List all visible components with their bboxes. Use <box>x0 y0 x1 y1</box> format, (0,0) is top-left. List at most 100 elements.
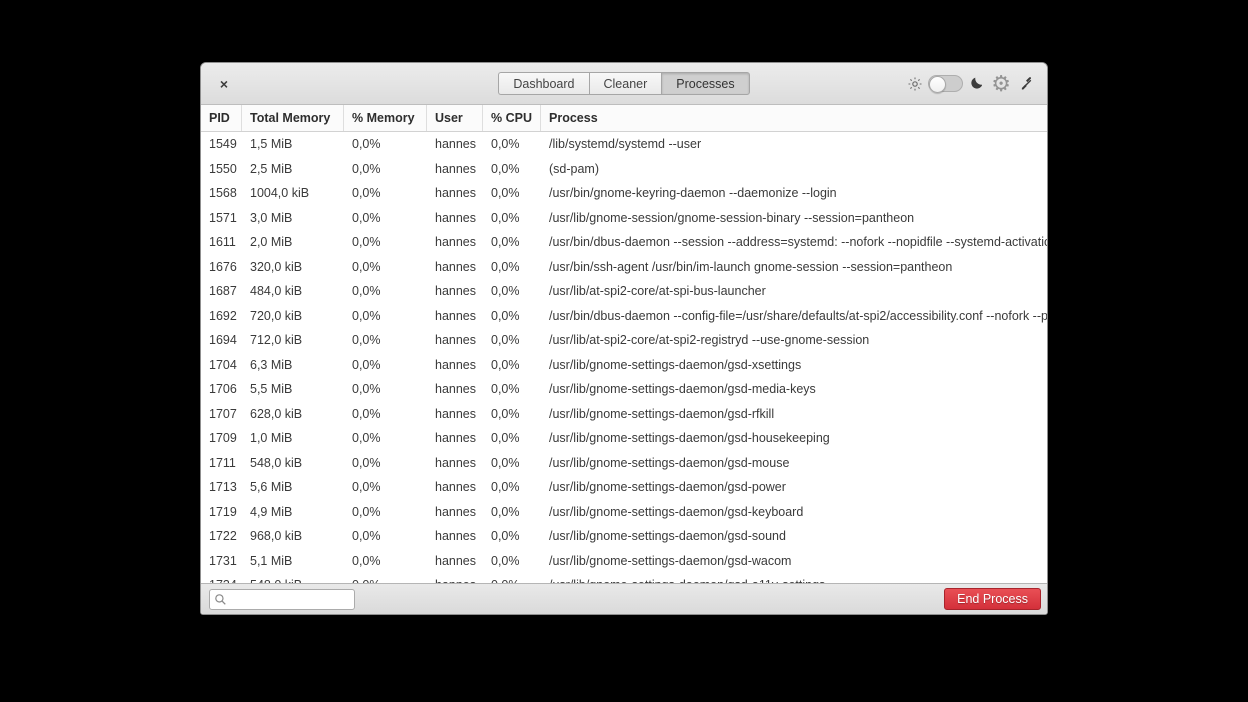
table-cell: 0,0% <box>344 255 427 280</box>
table-row[interactable]: 1707628,0 kiB0,0%hannes0,0%/usr/lib/gnom… <box>201 402 1047 427</box>
toggle-knob[interactable] <box>929 76 946 93</box>
table-row[interactable]: 1687484,0 kiB0,0%hannes0,0%/usr/lib/at-s… <box>201 279 1047 304</box>
column-header-pid[interactable]: PID <box>201 105 242 131</box>
process-table-body: 15491,5 MiB0,0%hannes0,0%/lib/systemd/sy… <box>201 132 1047 583</box>
table-cell: hannes <box>427 255 483 280</box>
end-process-button[interactable]: End Process <box>944 588 1041 610</box>
tab-dashboard[interactable]: Dashboard <box>498 72 588 95</box>
table-cell: 0,0% <box>483 353 541 378</box>
table-row[interactable]: 17135,6 MiB0,0%hannes0,0%/usr/lib/gnome-… <box>201 475 1047 500</box>
table-row[interactable]: 1711548,0 kiB0,0%hannes0,0%/usr/lib/gnom… <box>201 451 1047 476</box>
table-row[interactable]: 15681004,0 kiB0,0%hannes0,0%/usr/bin/gno… <box>201 181 1047 206</box>
table-cell: /usr/lib/gnome-settings-daemon/gsd-mouse <box>541 451 1047 476</box>
table-cell: 3,0 MiB <box>242 206 344 231</box>
table-cell: 1676 <box>201 255 242 280</box>
table-cell: 548,0 kiB <box>242 573 344 583</box>
table-cell: 548,0 kiB <box>242 451 344 476</box>
table-cell: 5,1 MiB <box>242 549 344 574</box>
table-row[interactable]: 17315,1 MiB0,0%hannes0,0%/usr/lib/gnome-… <box>201 549 1047 574</box>
table-row[interactable]: 15713,0 MiB0,0%hannes0,0%/usr/lib/gnome-… <box>201 206 1047 231</box>
headerbar: × Dashboard Cleaner Processes <box>201 63 1047 105</box>
table-cell: 1719 <box>201 500 242 525</box>
table-cell: 6,3 MiB <box>242 353 344 378</box>
table-row[interactable]: 1722968,0 kiB0,0%hannes0,0%/usr/lib/gnom… <box>201 524 1047 549</box>
table-cell: 0,0% <box>483 377 541 402</box>
table-cell: 720,0 kiB <box>242 304 344 329</box>
close-button[interactable]: × <box>211 63 237 104</box>
table-row[interactable]: 17091,0 MiB0,0%hannes0,0%/usr/lib/gnome-… <box>201 426 1047 451</box>
table-cell: 1722 <box>201 524 242 549</box>
table-cell: 0,0% <box>483 230 541 255</box>
column-header-percent-memory[interactable]: % Memory <box>344 105 427 131</box>
table-cell: /usr/bin/dbus-daemon --config-file=/usr/… <box>541 304 1047 329</box>
view-switcher: Dashboard Cleaner Processes <box>498 72 749 95</box>
table-cell: 1692 <box>201 304 242 329</box>
table-cell: 0,0% <box>483 157 541 182</box>
table-cell: 712,0 kiB <box>242 328 344 353</box>
table-cell: 0,0% <box>344 377 427 402</box>
table-cell: hannes <box>427 353 483 378</box>
table-cell: /usr/lib/gnome-settings-daemon/gsd-house… <box>541 426 1047 451</box>
table-row[interactable]: 16112,0 MiB0,0%hannes0,0%/usr/bin/dbus-d… <box>201 230 1047 255</box>
table-cell: 1571 <box>201 206 242 231</box>
table-cell: hannes <box>427 426 483 451</box>
tab-processes[interactable]: Processes <box>661 72 749 95</box>
table-cell: 0,0% <box>344 132 427 157</box>
table-cell: hannes <box>427 451 483 476</box>
table-cell: 0,0% <box>483 573 541 583</box>
search-box[interactable] <box>209 589 355 610</box>
table-row[interactable]: 1676320,0 kiB0,0%hannes0,0%/usr/bin/ssh-… <box>201 255 1047 280</box>
column-header-user[interactable]: User <box>427 105 483 131</box>
table-cell: 1707 <box>201 402 242 427</box>
table-cell: 1709 <box>201 426 242 451</box>
table-cell: /usr/lib/gnome-settings-daemon/gsd-wacom <box>541 549 1047 574</box>
table-cell: hannes <box>427 157 483 182</box>
table-cell: hannes <box>427 328 483 353</box>
settings-gear-icon[interactable]: ⚙ <box>991 73 1011 95</box>
table-row[interactable]: 1692720,0 kiB0,0%hannes0,0%/usr/bin/dbus… <box>201 304 1047 329</box>
tab-cleaner[interactable]: Cleaner <box>589 72 662 95</box>
table-cell: 1731 <box>201 549 242 574</box>
table-row[interactable]: 17065,5 MiB0,0%hannes0,0%/usr/lib/gnome-… <box>201 377 1047 402</box>
table-cell: 2,0 MiB <box>242 230 344 255</box>
table-cell: 1706 <box>201 377 242 402</box>
table-cell: 0,0% <box>483 475 541 500</box>
table-cell: 0,0% <box>344 279 427 304</box>
table-cell: /usr/bin/dbus-daemon --session --address… <box>541 230 1047 255</box>
table-cell: /usr/lib/gnome-settings-daemon/gsd-power <box>541 475 1047 500</box>
table-cell: (sd-pam) <box>541 157 1047 182</box>
search-input[interactable] <box>230 590 354 609</box>
table-cell: 1568 <box>201 181 242 206</box>
table-cell: 0,0% <box>483 206 541 231</box>
table-cell: hannes <box>427 402 483 427</box>
table-cell: /usr/lib/gnome-settings-daemon/gsd-xsett… <box>541 353 1047 378</box>
table-cell: /usr/lib/gnome-settings-daemon/gsd-rfkil… <box>541 402 1047 427</box>
table-cell: 0,0% <box>344 475 427 500</box>
table-cell: 0,0% <box>344 500 427 525</box>
table-header: PID Total Memory % Memory User % CPU Pro… <box>201 105 1047 132</box>
table-cell: hannes <box>427 132 483 157</box>
table-cell: 5,5 MiB <box>242 377 344 402</box>
table-row[interactable]: 15502,5 MiB0,0%hannes0,0%(sd-pam) <box>201 157 1047 182</box>
table-cell: hannes <box>427 500 483 525</box>
table-row[interactable]: 17194,9 MiB0,0%hannes0,0%/usr/lib/gnome-… <box>201 500 1047 525</box>
sun-icon <box>908 77 922 91</box>
table-cell: 0,0% <box>483 549 541 574</box>
column-header-percent-cpu[interactable]: % CPU <box>483 105 541 131</box>
column-header-process[interactable]: Process <box>541 105 1047 131</box>
table-cell: /usr/lib/gnome-settings-daemon/gsd-a11y-… <box>541 573 1047 583</box>
search-icon <box>214 593 227 606</box>
table-row[interactable]: 1694712,0 kiB0,0%hannes0,0%/usr/lib/at-s… <box>201 328 1047 353</box>
table-cell: 4,9 MiB <box>242 500 344 525</box>
footer-toolbar: End Process <box>201 583 1047 614</box>
dark-mode-toggle[interactable] <box>928 75 963 92</box>
table-cell: 0,0% <box>344 304 427 329</box>
table-cell: 1713 <box>201 475 242 500</box>
table-row[interactable]: 15491,5 MiB0,0%hannes0,0%/lib/systemd/sy… <box>201 132 1047 157</box>
table-cell: 0,0% <box>344 451 427 476</box>
table-cell: hannes <box>427 304 483 329</box>
table-row[interactable]: 1734548,0 kiB0,0%hannes0,0%/usr/lib/gnom… <box>201 573 1047 583</box>
table-row[interactable]: 17046,3 MiB0,0%hannes0,0%/usr/lib/gnome-… <box>201 353 1047 378</box>
column-header-total-memory[interactable]: Total Memory <box>242 105 344 131</box>
fullscreen-expand-icon[interactable] <box>1020 76 1035 91</box>
